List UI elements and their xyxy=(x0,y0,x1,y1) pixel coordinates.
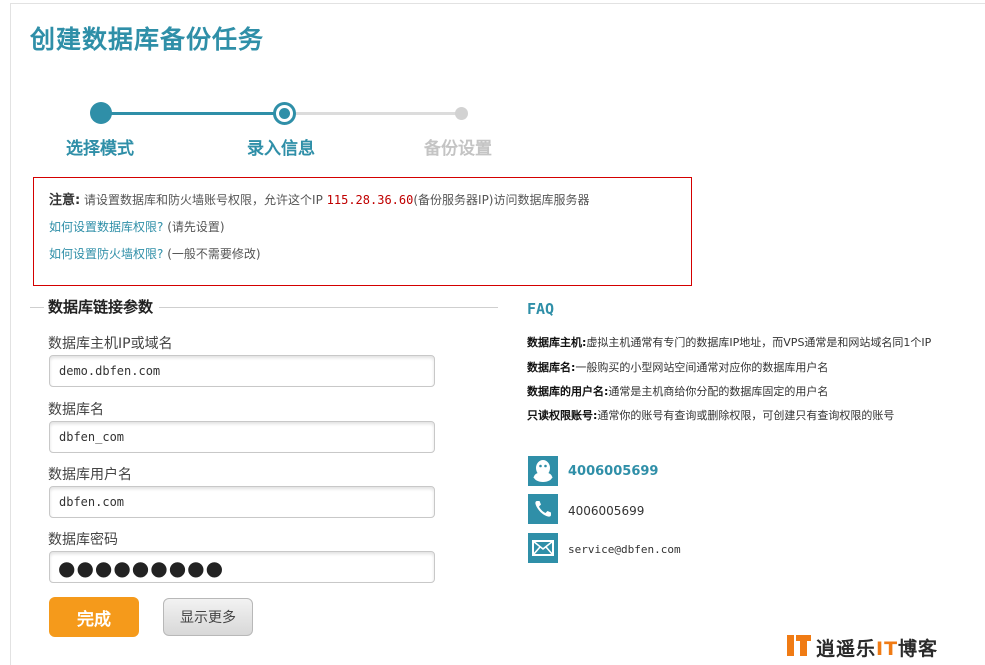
envelope-icon xyxy=(528,533,558,563)
step-1-label[interactable]: 选择模式 xyxy=(66,134,134,159)
stepper-remaining-line xyxy=(285,112,461,115)
notice-fw-help-line: 如何设置防火墙权限? (一般不需要修改) xyxy=(49,244,676,271)
blog-logo: 逍遥乐IT博客 xyxy=(786,632,966,660)
faq-term: 只读权限账号: xyxy=(527,409,598,422)
show-more-button[interactable]: 显示更多 xyxy=(163,598,253,636)
faq-term: 数据库名: xyxy=(527,361,576,374)
faq-item: 只读权限账号:通常你的账号有查询或删除权限，可创建只有查询权限的账号 xyxy=(527,407,894,423)
step-2-dot-current xyxy=(273,102,296,125)
step-3-label: 备份设置 xyxy=(424,139,492,159)
db-name-label: 数据库名 xyxy=(48,402,104,418)
password-mask: ●●●●●●●●● xyxy=(58,556,225,580)
faq-desc: 通常你的账号有查询或删除权限，可创建只有查询权限的账号 xyxy=(597,409,895,422)
qq-number[interactable]: 4006005699 xyxy=(568,464,658,479)
db-host-input[interactable] xyxy=(49,355,435,387)
phone-icon xyxy=(528,494,558,524)
faq-desc: 虚拟主机通常有专门的数据库IP地址，而VPS通常是和网站域名同1个IP xyxy=(586,336,932,349)
faq-desc: 通常是主机商给你分配的数据库固定的用户名 xyxy=(608,385,829,398)
db-user-label: 数据库用户名 xyxy=(48,467,132,483)
step-2-label: 录入信息 xyxy=(247,139,315,159)
faq-item: 数据库的用户名:通常是主机商给你分配的数据库固定的用户名 xyxy=(527,383,828,399)
notice-label: 注意: xyxy=(49,193,81,208)
it-logo-icon xyxy=(787,635,811,656)
logo-text: 逍遥乐IT博客 xyxy=(816,634,938,661)
firewall-permission-note: (一般不需要修改) xyxy=(167,247,261,261)
db-password-label: 数据库密码 xyxy=(48,532,118,548)
db-params-section-title: 数据库链接参数 xyxy=(44,296,160,317)
faq-term: 数据库主机: xyxy=(527,336,587,349)
qq-penguin-icon xyxy=(528,456,558,486)
email-address[interactable]: service@dbfen.com xyxy=(568,543,681,556)
db-permission-help-link[interactable]: 如何设置数据库权限? xyxy=(49,220,163,234)
phone-number: 4006005699 xyxy=(568,504,645,518)
faq-title: FAQ xyxy=(527,300,555,318)
stepper-progress-line xyxy=(101,112,285,115)
logo-text-after: 博客 xyxy=(898,638,939,660)
logo-text-before: 逍遥乐 xyxy=(816,638,877,660)
db-permission-note: (请先设置) xyxy=(167,220,225,234)
page-title: 创建数据库备份任务 xyxy=(30,25,265,54)
logo-text-it: IT xyxy=(876,638,899,660)
faq-desc: 一般购买的小型网站空间通常对应你的数据库用户名 xyxy=(575,361,829,374)
faq-item: 数据库名:一般购买的小型网站空间通常对应你的数据库用户名 xyxy=(527,359,828,375)
notice-main-line: 注意: 请设置数据库和防火墙账号权限，允许这个IP 115.28.36.60(备… xyxy=(49,190,676,217)
notice-text-after: (备份服务器IP)访问数据库服务器 xyxy=(413,193,590,207)
notice-db-help-line: 如何设置数据库权限? (请先设置) xyxy=(49,217,676,244)
faq-item: 数据库主机:虚拟主机通常有专门的数据库IP地址，而VPS通常是和网站域名同1个I… xyxy=(527,334,931,350)
faq-term: 数据库的用户名: xyxy=(527,385,609,398)
done-button[interactable]: 完成 xyxy=(49,597,139,637)
server-ip: 115.28.36.60 xyxy=(326,193,414,207)
firewall-permission-help-link[interactable]: 如何设置防火墙权限? xyxy=(49,247,163,261)
wizard-stepper: 选择模式 录入信息 备份设置 xyxy=(0,95,520,165)
db-host-label: 数据库主机IP或域名 xyxy=(48,336,173,352)
notice-text: 请设置数据库和防火墙账号权限，允许这个IP xyxy=(84,193,323,207)
step-1-dot xyxy=(90,102,112,124)
db-params-section-header: 数据库链接参数 xyxy=(30,296,498,318)
step-3-dot xyxy=(455,107,468,120)
permission-notice: 注意: 请设置数据库和防火墙账号权限，允许这个IP 115.28.36.60(备… xyxy=(33,177,692,286)
db-name-input[interactable] xyxy=(49,421,435,453)
db-user-input[interactable] xyxy=(49,486,435,518)
